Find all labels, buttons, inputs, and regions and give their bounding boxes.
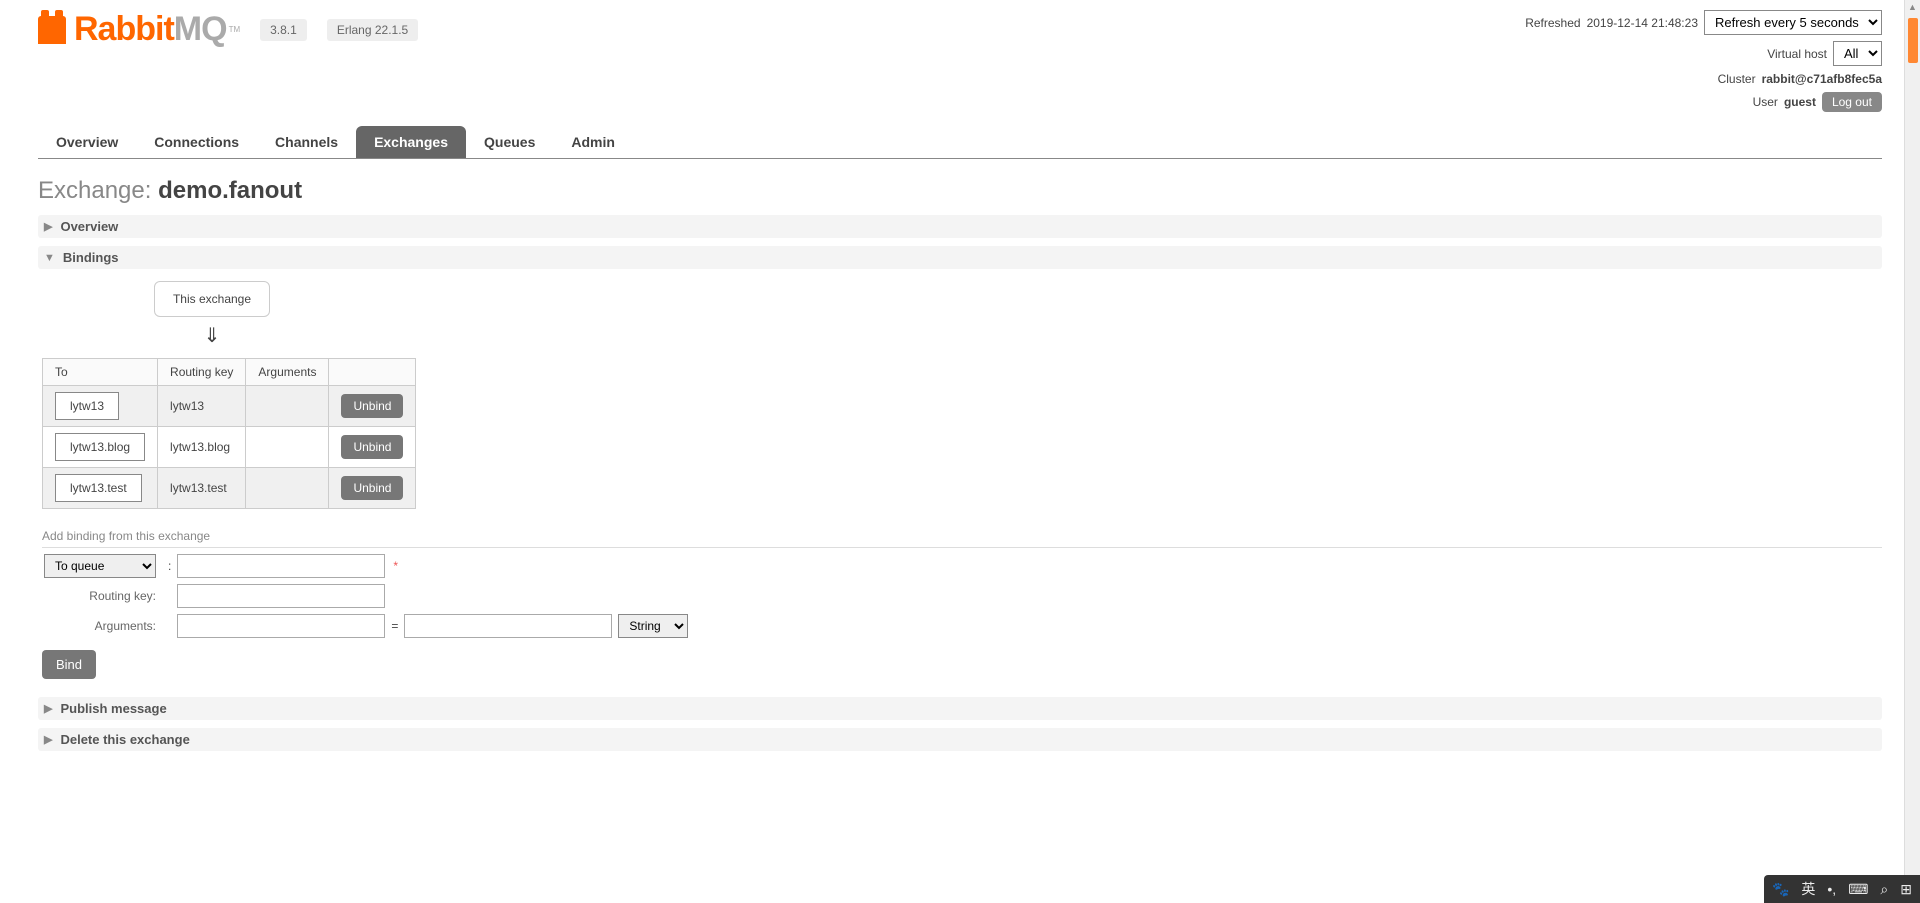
routing-cell: lytw13 <box>158 386 246 427</box>
section-delete-label: Delete this exchange <box>60 732 189 747</box>
args-cell <box>246 386 329 427</box>
queue-link[interactable]: lytw13 <box>55 392 119 420</box>
col-action <box>329 359 416 386</box>
user-value: guest <box>1784 95 1816 109</box>
scroll-up-icon[interactable]: ▲ <box>1908 2 1917 12</box>
binding-target-input[interactable] <box>177 554 385 578</box>
bind-button[interactable]: Bind <box>42 650 96 679</box>
binding-target-select[interactable]: To queue <box>44 554 156 578</box>
argument-key-input[interactable] <box>177 614 385 638</box>
section-bindings-header[interactable]: Bindings <box>38 246 1882 269</box>
nav-exchanges[interactable]: Exchanges <box>356 126 466 158</box>
this-exchange-box: This exchange <box>154 281 270 317</box>
logo-text-grey: MQ <box>174 10 227 49</box>
keyboard-icon[interactable]: ⌨ <box>1848 881 1868 898</box>
bindings-table: To Routing key Arguments lytw13 lytw13 U… <box>42 358 416 509</box>
title-prefix: Exchange: <box>38 177 151 204</box>
section-delete-header[interactable]: Delete this exchange <box>38 728 1882 751</box>
main-nav: Overview Connections Channels Exchanges … <box>38 126 1882 159</box>
routing-cell: lytw13.test <box>158 468 246 509</box>
chevron-right-icon <box>44 220 52 233</box>
col-routing: Routing key <box>158 359 246 386</box>
user-label: User <box>1753 95 1778 109</box>
version-badge: 3.8.1 <box>260 19 307 41</box>
logout-button[interactable]: Log out <box>1822 92 1882 112</box>
nav-connections[interactable]: Connections <box>136 126 257 158</box>
refreshed-label: Refreshed <box>1525 16 1580 30</box>
section-overview-header[interactable]: Overview <box>38 215 1882 238</box>
colon: : <box>168 559 171 573</box>
nav-overview[interactable]: Overview <box>38 126 136 158</box>
vhost-select[interactable]: All <box>1833 41 1882 66</box>
col-args: Arguments <box>246 359 329 386</box>
refresh-interval-select[interactable]: Refresh every 5 seconds <box>1704 10 1882 35</box>
unbind-button[interactable]: Unbind <box>341 435 403 459</box>
cluster-value: rabbit@c71afb8fec5a <box>1762 72 1882 86</box>
ime-lang[interactable]: 英 <box>1801 879 1815 899</box>
chevron-down-icon <box>44 252 55 264</box>
args-cell <box>246 468 329 509</box>
routing-key-label: Routing key: <box>42 589 162 603</box>
logo-text-orange: Rabbit <box>74 10 174 49</box>
binding-row: lytw13.test lytw13.test Unbind <box>43 468 416 509</box>
vhost-label: Virtual host <box>1767 47 1827 61</box>
ime-taskbar[interactable]: 🐾 英 •, ⌨ ⌕ ⊞ <box>1764 875 1920 903</box>
unbind-button[interactable]: Unbind <box>341 394 403 418</box>
binding-row: lytw13 lytw13 Unbind <box>43 386 416 427</box>
logo-area: RabbitMQTM 3.8.1 Erlang 22.1.5 <box>38 10 418 49</box>
nav-channels[interactable]: Channels <box>257 126 356 158</box>
chevron-right-icon <box>44 702 52 715</box>
args-cell <box>246 427 329 468</box>
col-to: To <box>43 359 158 386</box>
ime-punct[interactable]: •, <box>1827 881 1836 897</box>
routing-cell: lytw13.blog <box>158 427 246 468</box>
cluster-label: Cluster <box>1718 72 1756 86</box>
queue-link[interactable]: lytw13.blog <box>55 433 145 461</box>
title-exchange-name: demo.fanout <box>158 177 302 204</box>
queue-link[interactable]: lytw13.test <box>55 474 142 502</box>
equals-sign: = <box>391 619 398 633</box>
refreshed-time: 2019-12-14 21:48:23 <box>1587 16 1698 30</box>
page-title: Exchange: demo.fanout <box>38 177 1882 205</box>
section-overview-label: Overview <box>60 219 118 234</box>
mandatory-mark: * <box>393 559 398 573</box>
rabbit-icon <box>38 16 66 44</box>
section-bindings-label: Bindings <box>63 250 119 265</box>
unbind-button[interactable]: Unbind <box>341 476 403 500</box>
section-publish-header[interactable]: Publish message <box>38 697 1882 720</box>
chevron-right-icon <box>44 733 52 746</box>
paw-icon[interactable]: 🐾 <box>1772 881 1789 898</box>
arrow-down-icon: ⇓ <box>42 323 382 348</box>
nav-queues[interactable]: Queues <box>466 126 553 158</box>
erlang-badge: Erlang 22.1.5 <box>327 19 418 41</box>
logo-tm: TM <box>229 25 241 34</box>
nav-admin[interactable]: Admin <box>553 126 633 158</box>
scrollbar[interactable]: ▲ ▼ <box>1904 0 1920 903</box>
argument-type-select[interactable]: String <box>618 614 688 638</box>
arguments-label: Arguments: <box>42 619 162 633</box>
routing-key-input[interactable] <box>177 584 385 608</box>
grid-icon[interactable]: ⊞ <box>1900 881 1912 898</box>
logo: RabbitMQTM <box>38 10 240 49</box>
section-publish-label: Publish message <box>60 701 166 716</box>
binding-row: lytw13.blog lytw13.blog Unbind <box>43 427 416 468</box>
add-binding-heading: Add binding from this exchange <box>42 529 1882 548</box>
scrollbar-thumb[interactable] <box>1908 18 1918 63</box>
person-icon[interactable]: ⌕ <box>1880 881 1888 898</box>
argument-value-input[interactable] <box>404 614 612 638</box>
